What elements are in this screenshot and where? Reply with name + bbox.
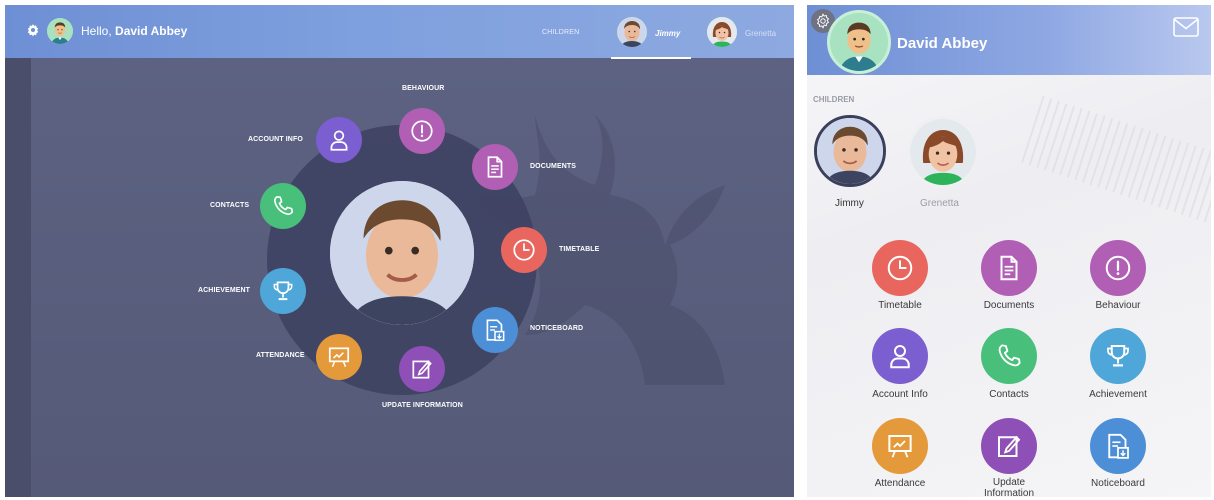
edit-icon [994,431,1024,461]
clock-icon [885,253,915,283]
presentation-icon [885,431,915,461]
behaviour-tile[interactable] [1090,240,1146,296]
edit-icon [409,356,435,382]
greeting: Hello, David Abbey [81,24,187,38]
active-child-indicator [611,57,691,59]
timetable-tile[interactable] [872,240,928,296]
noticeboard-icon [482,317,508,343]
exclamation-icon [1103,253,1133,283]
user-icon [885,341,915,371]
contacts-tile[interactable] [981,328,1037,384]
account-info-label: ACCOUNT INFO [248,136,303,143]
exclamation-icon [409,118,435,144]
mobile-screen: David Abbey CHILDREN Jimmy Grenetta Time… [807,5,1211,497]
account-info-tile[interactable] [872,328,928,384]
user-avatar[interactable] [827,10,891,74]
contacts-label: CONTACTS [210,202,250,209]
update-information-tile-label: Update Information [983,477,1035,497]
presentation-icon [326,344,352,370]
child-name-grenetta[interactable]: Grenetta [920,198,959,209]
user-avatar[interactable] [47,18,73,44]
child-avatar-jimmy[interactable] [814,115,886,187]
trophy-icon [270,278,296,304]
document-icon [994,253,1024,283]
clock-icon [511,237,537,263]
noticeboard-action-button[interactable] [472,307,518,353]
child-tab-grenetta[interactable]: Grenetta [745,29,776,38]
timetable-label: TIMETABLE [559,246,600,253]
update-information-action-button[interactable] [399,346,445,392]
trophy-icon [1103,341,1133,371]
noticeboard-label: NOTICEBOARD [530,325,584,332]
update-information-label: UPDATE INFORMATION [382,402,463,409]
contacts-action-button[interactable] [260,183,306,229]
document-icon [482,154,508,180]
noticeboard-tile-label: Noticeboard [1091,478,1145,489]
timetable-tile-label: Timetable [878,300,922,311]
mail-icon[interactable] [1173,17,1199,37]
achievement-tile-label: Achievement [1089,389,1147,400]
child-avatar-jimmy[interactable] [617,17,647,47]
documents-tile-label: Documents [983,300,1035,311]
documents-label: DOCUMENTS [530,163,577,170]
desktop-screen: Hello, David Abbey CHILDREN Jimmy Grenet… [5,5,794,497]
achievement-action-button[interactable] [260,268,306,314]
settings-gear-icon[interactable] [26,23,40,37]
children-label: CHILDREN [542,29,580,36]
noticeboard-tile[interactable] [1090,418,1146,474]
child-tab-jimmy[interactable]: Jimmy [655,29,680,38]
achievement-tile[interactable] [1090,328,1146,384]
attendance-action-button[interactable] [316,334,362,380]
child-photo [330,181,474,325]
noticeboard-icon [1103,431,1133,461]
achievement-label: ACHIEVEMENT [198,287,251,294]
account-info-action-button[interactable] [316,117,362,163]
attendance-tile[interactable] [872,418,928,474]
documents-tile[interactable] [981,240,1037,296]
update-information-tile[interactable] [981,418,1037,474]
child-name-jimmy[interactable]: Jimmy [835,198,864,209]
ruler-decoration [1021,95,1211,225]
user-icon [326,127,352,153]
behaviour-label: BEHAVIOUR [402,85,445,92]
phone-icon [270,193,296,219]
documents-action-button[interactable] [472,144,518,190]
child-avatar-grenetta[interactable] [707,17,737,47]
contacts-tile-label: Contacts [989,389,1029,400]
attendance-tile-label: Attendance [874,478,926,489]
attendance-label: ATTENDANCE [256,352,305,359]
child-avatar-grenetta[interactable] [907,116,979,188]
behaviour-tile-label: Behaviour [1095,300,1141,311]
account-info-tile-label: Account Info [872,389,928,400]
timetable-action-button[interactable] [501,227,547,273]
behaviour-action-button[interactable] [399,108,445,154]
greeting-prefix: Hello, [81,24,112,38]
user-name: David Abbey [897,35,988,52]
children-label: CHILDREN [813,95,855,104]
user-name: David Abbey [115,24,188,38]
top-bar: Hello, David Abbey CHILDREN Jimmy Grenet… [5,5,794,59]
side-rail [5,57,31,497]
phone-icon [994,341,1024,371]
